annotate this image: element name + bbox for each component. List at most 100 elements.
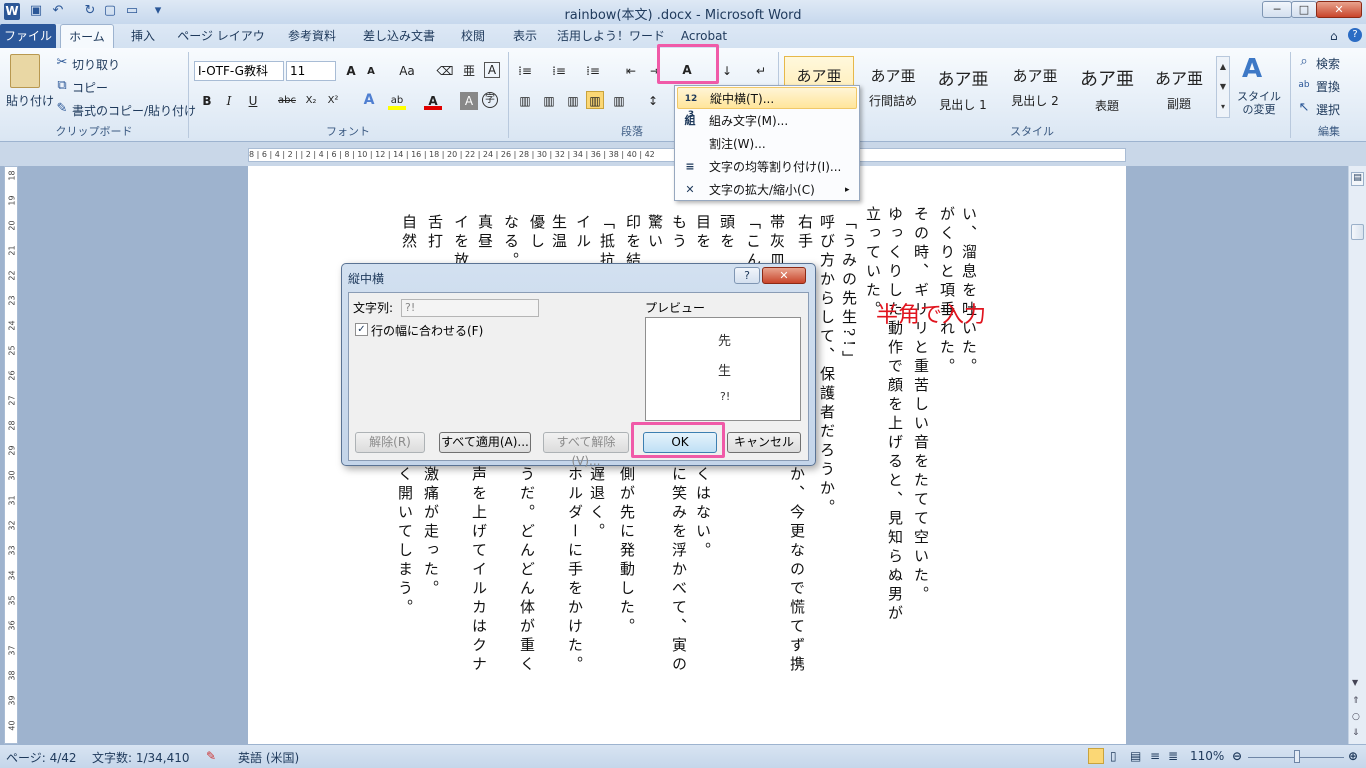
vertical-ruler[interactable]: 18 19 20 21 22 23 24 25 26 27 28 29 30 31 32 33 34 35 36 37… <box>4 166 18 744</box>
text-column[interactable]: その時、ギリリと重苦しい音をたてて空いた。 <box>912 206 930 605</box>
subscript-icon[interactable]: X₂ <box>302 92 320 110</box>
text-column-lower[interactable]: に笑みを浮かべて、寅の <box>670 466 688 675</box>
text-column-lower[interactable]: くはない。 <box>694 466 712 561</box>
change-styles-button[interactable]: スタイルの変更 <box>1234 90 1284 116</box>
change-styles-icon[interactable]: A <box>1242 54 1262 84</box>
tab-insert[interactable]: 挿入 <box>120 24 166 48</box>
style-no-spacing[interactable]: あア亜 行間詰め <box>858 56 928 118</box>
browse-object-icon[interactable]: ○ <box>1352 712 1360 722</box>
tab-file[interactable]: ファイル <box>0 24 56 48</box>
text-column[interactable]: 頭を <box>718 214 736 252</box>
superscript-icon[interactable]: X² <box>324 92 342 110</box>
menu-item-warichu[interactable]: 割注(W)... <box>677 133 857 155</box>
text-column-lower[interactable]: 遅退く。 <box>588 466 606 542</box>
cut-button[interactable]: 切り取り <box>72 56 120 73</box>
align-top-icon[interactable]: ▥ <box>516 92 534 110</box>
web-layout-icon[interactable]: ▤ <box>1130 749 1141 763</box>
scroll-thumb[interactable] <box>1351 224 1364 240</box>
word-count[interactable]: 文字数: 1/34,410 <box>92 749 190 766</box>
text-column[interactable]: イル <box>574 214 592 252</box>
clear-format-icon[interactable]: ⌫ <box>436 62 454 80</box>
find-button[interactable]: 検索 <box>1316 55 1340 72</box>
zoom-in-icon[interactable]: ⊕ <box>1348 749 1358 763</box>
dialog-close-button[interactable]: ✕ <box>762 267 806 284</box>
next-page-icon[interactable]: ⇓ <box>1352 728 1360 738</box>
remove-all-button[interactable]: すべて解除(V)... <box>543 432 629 468</box>
zoom-level[interactable]: 110% <box>1190 749 1224 763</box>
select-icon[interactable]: ↖ <box>1296 100 1312 116</box>
strikethrough-icon[interactable]: abc <box>278 92 296 110</box>
menu-item-scale[interactable]: ✕ 文字の拡大/縮小(C) ▸ <box>677 179 857 201</box>
zoom-out-icon[interactable]: ⊖ <box>1232 749 1242 763</box>
proofing-icon[interactable]: ✎ <box>206 749 216 763</box>
scroll-down-icon[interactable]: ▼ <box>1352 678 1358 687</box>
text-column[interactable]: もう <box>670 214 688 252</box>
text-field[interactable]: ?! <box>401 299 539 317</box>
menu-item-distribute[interactable]: ≡ 文字の均等割り付け(I)... <box>677 156 857 178</box>
replace-icon[interactable]: ab <box>1296 77 1312 93</box>
vertical-scrollbar[interactable]: ▤ ▼ ⇑ ○ ⇓ <box>1348 166 1366 744</box>
text-effects-icon[interactable]: A <box>360 91 378 109</box>
text-column[interactable]: 右手 <box>796 214 814 252</box>
text-column[interactable]: 「うみの先生?!」 <box>840 214 858 369</box>
shrink-font-icon[interactable]: A <box>362 63 380 81</box>
line-spacing-icon[interactable]: ↕ <box>644 92 662 110</box>
enclose-char-icon[interactable]: 字 <box>482 92 498 108</box>
tab-view[interactable]: 表示 <box>502 24 548 48</box>
text-column-lower[interactable]: ホルダーに手をかけた。 <box>566 466 584 675</box>
text-column[interactable]: 驚い <box>646 214 664 252</box>
cancel-button[interactable]: キャンセル <box>727 432 801 453</box>
replace-button[interactable]: 置換 <box>1316 78 1340 95</box>
close-window-button[interactable]: ✕ <box>1316 1 1362 18</box>
maximize-button[interactable]: □ <box>1291 1 1317 18</box>
previous-page-icon[interactable]: ⇑ <box>1352 696 1360 706</box>
numbering-icon[interactable]: ⁞≡ <box>550 62 568 80</box>
format-painter-button[interactable]: 書式のコピー/貼り付け <box>72 102 196 119</box>
style-heading-1[interactable]: あア亜 見出し 1 <box>928 56 998 118</box>
text-column[interactable]: 生温 <box>550 214 568 252</box>
justify-icon[interactable]: ▥ <box>586 91 604 109</box>
bold-icon[interactable]: B <box>198 92 216 110</box>
print-layout-icon[interactable] <box>1088 748 1104 764</box>
zoom-slider-thumb[interactable] <box>1294 750 1300 763</box>
underline-icon[interactable]: U <box>244 92 262 110</box>
multilevel-list-icon[interactable]: ⁞≡ <box>584 62 602 80</box>
dialog-help-button[interactable]: ? <box>734 267 760 284</box>
help-icon[interactable]: ? <box>1348 28 1362 42</box>
grow-font-icon[interactable]: A <box>342 62 360 80</box>
find-icon[interactable]: ⌕ <box>1296 54 1312 70</box>
font-size-combo[interactable]: 11 <box>286 61 336 81</box>
text-column[interactable]: 舌打 <box>426 214 444 252</box>
style-title[interactable]: あア亜 表題 <box>1072 56 1142 118</box>
select-button[interactable]: 選択 <box>1316 101 1340 118</box>
menu-item-kumimoji[interactable]: 組 組み文字(M)... <box>677 110 857 132</box>
char-border-icon[interactable]: A <box>484 62 500 78</box>
paste-icon[interactable] <box>10 54 40 88</box>
highlight-icon[interactable]: ab <box>388 92 406 110</box>
text-column-lower[interactable]: 声を上げてイルカはクナ <box>470 466 488 675</box>
text-column[interactable]: ゆっくりした動作で顔を上げると、見知らぬ男が <box>886 206 904 624</box>
cut-icon[interactable]: ✂ <box>54 55 70 71</box>
style-subtitle[interactable]: あア亜 副題 <box>1144 56 1214 118</box>
format-painter-icon[interactable]: ✎ <box>54 101 70 117</box>
font-color-icon[interactable]: A <box>424 92 442 110</box>
text-column[interactable]: い、溜息を吐いた。 <box>960 206 978 377</box>
change-case-button[interactable]: Aa <box>394 62 420 80</box>
text-column-lower[interactable]: うだ。どんどん体が重く <box>518 466 536 675</box>
italic-icon[interactable]: I <box>220 92 238 110</box>
tab-katsuyou-word[interactable]: 活用しよう！ワード <box>556 24 666 48</box>
page-count[interactable]: ページ: 4/42 <box>6 749 77 766</box>
language-indicator[interactable]: 英語 (米国) <box>238 749 299 766</box>
paste-button[interactable]: 貼り付け <box>6 92 54 109</box>
minimize-ribbon-icon[interactable]: ⌂ <box>1330 29 1338 43</box>
draft-icon[interactable]: ≣ <box>1168 749 1178 763</box>
outline-icon[interactable]: ≡ <box>1150 749 1160 763</box>
distributed-icon[interactable]: ▥ <box>610 92 628 110</box>
font-name-combo[interactable]: I-OTF-G教科 <box>194 61 284 81</box>
text-column-lower[interactable]: か、今更なので慌てず携 <box>788 466 806 675</box>
minimize-button[interactable]: ─ <box>1262 1 1292 18</box>
decrease-indent-icon[interactable]: ⇤ <box>622 62 640 80</box>
tab-page-layout[interactable]: ページ レイアウト <box>172 24 270 67</box>
full-screen-reading-icon[interactable]: ▯ <box>1110 749 1117 763</box>
fit-line-checkbox[interactable]: ✓ <box>355 323 368 336</box>
